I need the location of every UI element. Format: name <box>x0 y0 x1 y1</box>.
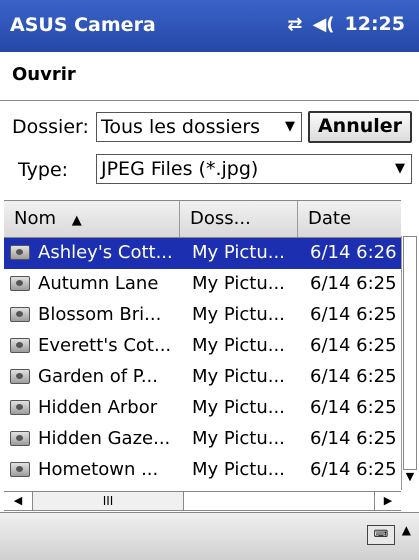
folder-dropdown[interactable]: Tous les dossiers ▼ <box>96 112 302 142</box>
type-value: JPEG Files (*.jpg) <box>101 158 259 180</box>
cell-folder: My Pictu... <box>192 428 285 449</box>
cell-date: 6/14 6:25 <box>310 273 397 294</box>
cell-name: Garden of P... <box>38 366 158 387</box>
cell-name: Ashley's Cott... <box>38 242 173 263</box>
image-file-icon <box>10 276 30 291</box>
scroll-down-icon[interactable]: ▼ <box>402 470 418 490</box>
column-date[interactable]: Date <box>298 201 401 237</box>
image-file-icon <box>10 307 30 322</box>
cell-folder: My Pictu... <box>192 335 285 356</box>
cell-date: 6/14 6:25 <box>310 397 397 418</box>
image-file-icon <box>10 462 30 477</box>
cell-folder: My Pictu... <box>192 397 285 418</box>
title-bar: ASUS Camera ⇄ ◀( 12:25 <box>0 0 419 52</box>
cell-date: 6/14 6:26 <box>310 242 397 263</box>
cell-name: Hidden Arbor <box>38 397 158 418</box>
column-name-label: Nom <box>14 208 57 229</box>
list-item[interactable]: Blossom Bri... My Pictu... 6/14 6:25 <box>4 300 401 331</box>
vertical-scrollbar[interactable]: ▼ <box>401 236 418 490</box>
image-file-icon <box>10 431 30 446</box>
type-label: Type: <box>18 159 69 181</box>
menu-bar: ⌨ ▲ <box>0 512 419 560</box>
column-name[interactable]: Nom ▲ <box>4 201 180 237</box>
volume-icon[interactable]: ◀( <box>312 14 334 35</box>
sync-icon[interactable]: ⇄ <box>287 14 302 35</box>
list-item[interactable]: Garden of P... My Pictu... 6/14 6:25 <box>4 362 401 393</box>
cell-folder: My Pictu... <box>192 242 285 263</box>
dropdown-arrow-icon: ▼ <box>285 119 295 134</box>
scroll-right-icon[interactable]: ▶ <box>374 492 401 510</box>
cell-name: Hidden Gaze... <box>38 428 171 449</box>
vertical-scroll-thumb[interactable] <box>403 236 417 470</box>
horizontal-scroll-thumb[interactable]: III <box>33 492 184 510</box>
image-file-icon <box>10 400 30 415</box>
app-title: ASUS Camera <box>10 14 156 36</box>
list-item[interactable]: Everett's Cot... My Pictu... 6/14 6:25 <box>4 331 401 362</box>
clock[interactable]: 12:25 <box>345 13 405 35</box>
sort-ascending-icon: ▲ <box>71 213 82 228</box>
cell-date: 6/14 6:25 <box>310 304 397 325</box>
cell-name: Blossom Bri... <box>38 304 162 325</box>
cell-name: Autumn Lane <box>38 273 159 294</box>
list-item[interactable]: Hidden Gaze... My Pictu... 6/14 6:25 <box>4 424 401 455</box>
image-file-icon <box>10 369 30 384</box>
dialog-title: Ouvrir <box>12 64 76 85</box>
cell-folder: My Pictu... <box>192 304 285 325</box>
cell-date: 6/14 6:25 <box>310 366 397 387</box>
image-file-icon <box>10 245 30 260</box>
cell-folder: My Pictu... <box>192 273 285 294</box>
filter-panel: Dossier: Tous les dossiers ▼ Annuler Typ… <box>0 101 419 199</box>
list-item[interactable]: Ashley's Cott... My Pictu... 6/14 6:26 <box>4 238 401 269</box>
dropdown-arrow-icon: ▼ <box>395 161 405 176</box>
column-header-bar: Nom ▲ Doss... Date <box>4 201 401 238</box>
cell-date: 6/14 6:25 <box>310 335 397 356</box>
column-folder[interactable]: Doss... <box>180 201 298 237</box>
list-item[interactable]: Hidden Arbor My Pictu... 6/14 6:25 <box>4 393 401 424</box>
cell-folder: My Pictu... <box>192 459 285 480</box>
scroll-left-icon[interactable]: ◀ <box>4 492 33 510</box>
cell-name: Hometown ... <box>38 459 159 480</box>
keyboard-icon[interactable]: ⌨ <box>367 525 395 545</box>
cell-name: Everett's Cot... <box>38 335 172 356</box>
file-list[interactable]: Nom ▲ Doss... Date Ashley's Cott... My Pi… <box>4 200 401 491</box>
folder-label: Dossier: <box>12 116 89 138</box>
dialog-header: Ouvrir <box>0 52 419 101</box>
type-dropdown[interactable]: JPEG Files (*.jpg) ▼ <box>96 154 412 184</box>
input-menu-arrow-icon[interactable]: ▲ <box>402 523 411 537</box>
horizontal-scrollbar[interactable]: ◀ III ▶ <box>4 491 401 511</box>
cancel-button[interactable]: Annuler <box>308 111 412 143</box>
folder-value: Tous les dossiers <box>101 116 261 138</box>
cell-date: 6/14 6:25 <box>310 459 397 480</box>
cell-date: 6/14 6:25 <box>310 428 397 449</box>
list-item[interactable]: Autumn Lane My Pictu... 6/14 6:25 <box>4 269 401 300</box>
status-area: ⇄ ◀( 12:25 <box>287 13 405 35</box>
image-file-icon <box>10 338 30 353</box>
cell-folder: My Pictu... <box>192 366 285 387</box>
list-item[interactable]: Hometown ... My Pictu... 6/14 6:25 <box>4 455 401 486</box>
